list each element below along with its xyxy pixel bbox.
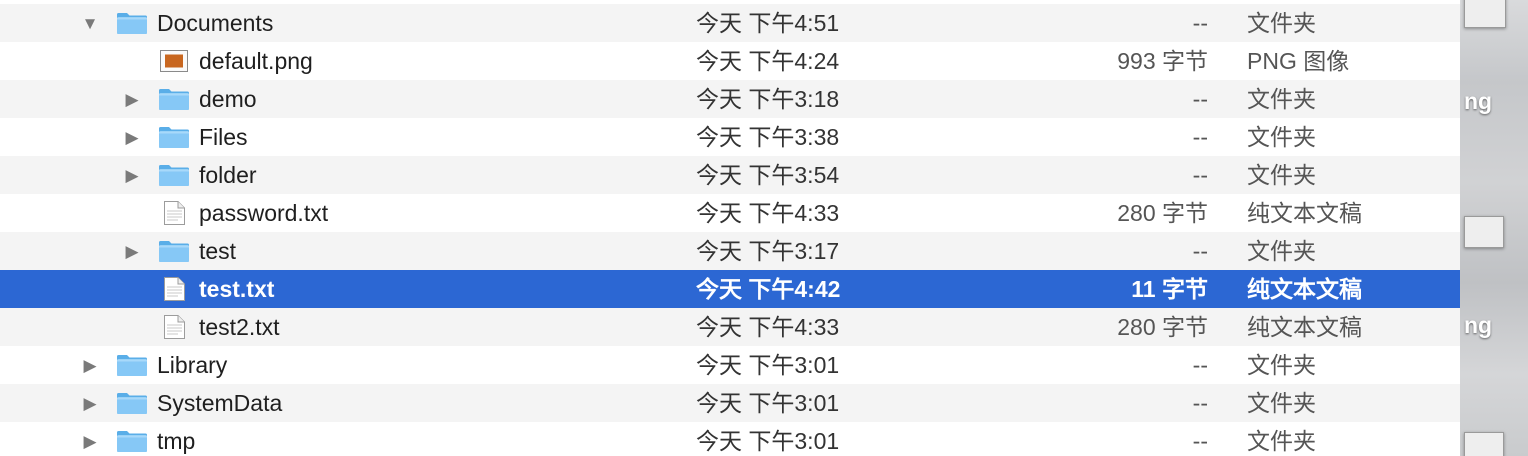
desktop-window-thumbnail bbox=[1464, 432, 1504, 456]
file-size: 993 字节 bbox=[1117, 48, 1208, 74]
file-name: default.png bbox=[199, 48, 313, 74]
date-modified: 今天 下午4:42 bbox=[696, 276, 841, 302]
file-row[interactable]: default.png 今天 下午4:24 993 字节 PNG 图像 bbox=[0, 42, 1460, 80]
file-row[interactable]: ▶ test 今天 下午3:17 -- 文件夹 bbox=[0, 232, 1460, 270]
file-row[interactable]: test.txt 今天 下午4:42 11 字节 纯文本文稿 bbox=[0, 270, 1460, 308]
file-size: -- bbox=[1192, 390, 1208, 416]
disclosure-collapsed-icon[interactable]: ▶ bbox=[122, 165, 142, 185]
text-file-icon bbox=[158, 315, 190, 339]
file-kind: 文件夹 bbox=[1247, 352, 1316, 378]
file-list[interactable]: ▼ Documents 今天 下午4:51 -- 文件夹 default.png 今天 下午… bbox=[0, 4, 1460, 456]
file-name: Library bbox=[157, 352, 228, 378]
file-row[interactable]: ▶ Library 今天 下午3:01 -- 文件夹 bbox=[0, 346, 1460, 384]
disclosure-collapsed-icon[interactable]: ▶ bbox=[80, 393, 100, 413]
finder-window: ▼ Documents 今天 下午4:51 -- 文件夹 default.png 今天 下午… bbox=[0, 0, 1528, 456]
file-kind: 文件夹 bbox=[1247, 428, 1316, 454]
disclosure-collapsed-icon[interactable]: ▶ bbox=[122, 127, 142, 147]
date-modified: 今天 下午3:17 bbox=[696, 238, 840, 264]
file-row[interactable]: test2.txt 今天 下午4:33 280 字节 纯文本文稿 bbox=[0, 308, 1460, 346]
file-size: -- bbox=[1192, 124, 1208, 150]
folder-icon bbox=[158, 239, 190, 263]
file-name: test2.txt bbox=[199, 314, 280, 340]
file-size: 11 字节 bbox=[1131, 276, 1208, 302]
file-row[interactable]: ▶ folder 今天 下午3:54 -- 文件夹 bbox=[0, 156, 1460, 194]
disclosure-collapsed-icon[interactable]: ▶ bbox=[122, 241, 142, 261]
file-kind: 文件夹 bbox=[1247, 162, 1316, 188]
file-row[interactable]: ▶ demo 今天 下午3:18 -- 文件夹 bbox=[0, 80, 1460, 118]
desktop-label-fragment: ng bbox=[1464, 88, 1493, 114]
file-row[interactable]: ▶ tmp 今天 下午3:01 -- 文件夹 bbox=[0, 422, 1460, 456]
folder-icon bbox=[116, 429, 148, 453]
file-row[interactable]: ▶ SystemData 今天 下午3:01 -- 文件夹 bbox=[0, 384, 1460, 422]
folder-icon bbox=[158, 163, 190, 187]
file-size: -- bbox=[1192, 238, 1208, 264]
desktop-background: ng ng bbox=[1460, 0, 1528, 456]
file-name: Files bbox=[199, 124, 248, 150]
file-size: -- bbox=[1192, 428, 1208, 454]
file-name: tmp bbox=[157, 428, 196, 454]
file-row[interactable]: ▶ Files 今天 下午3:38 -- 文件夹 bbox=[0, 118, 1460, 156]
file-size: -- bbox=[1192, 86, 1208, 112]
date-modified: 今天 下午3:01 bbox=[696, 390, 840, 416]
file-name: folder bbox=[199, 162, 257, 188]
desktop-window-thumbnail bbox=[1464, 216, 1504, 248]
date-modified: 今天 下午3:18 bbox=[696, 86, 840, 112]
file-kind: 文件夹 bbox=[1247, 390, 1316, 416]
file-row[interactable]: password.txt 今天 下午4:33 280 字节 纯文本文稿 bbox=[0, 194, 1460, 232]
folder-icon bbox=[158, 125, 190, 149]
date-modified: 今天 下午3:01 bbox=[696, 428, 840, 454]
date-modified: 今天 下午3:01 bbox=[696, 352, 840, 378]
file-size: 280 字节 bbox=[1117, 314, 1208, 340]
file-kind: 文件夹 bbox=[1247, 10, 1316, 36]
file-kind: PNG 图像 bbox=[1247, 48, 1350, 74]
file-kind: 文件夹 bbox=[1247, 124, 1316, 150]
file-name: password.txt bbox=[199, 200, 329, 226]
folder-icon bbox=[116, 353, 148, 377]
image-file-icon bbox=[158, 49, 190, 73]
file-size: -- bbox=[1192, 352, 1208, 378]
disclosure-expanded-icon[interactable]: ▼ bbox=[80, 13, 100, 33]
desktop-label-fragment: ng bbox=[1464, 312, 1493, 338]
date-modified: 今天 下午4:51 bbox=[696, 10, 840, 36]
date-modified: 今天 下午3:54 bbox=[696, 162, 840, 188]
disclosure-collapsed-icon[interactable]: ▶ bbox=[122, 89, 142, 109]
file-kind: 文件夹 bbox=[1247, 238, 1316, 264]
file-name: demo bbox=[199, 86, 257, 112]
text-file-icon bbox=[158, 277, 190, 301]
file-name: Documents bbox=[157, 10, 274, 36]
desktop-window-thumbnail bbox=[1464, 0, 1506, 28]
text-file-icon bbox=[158, 201, 190, 225]
disclosure-collapsed-icon[interactable]: ▶ bbox=[80, 355, 100, 375]
date-modified: 今天 下午4:24 bbox=[696, 48, 840, 74]
file-row[interactable]: ▼ Documents 今天 下午4:51 -- 文件夹 bbox=[0, 4, 1460, 42]
folder-icon bbox=[158, 87, 190, 111]
file-size: -- bbox=[1192, 162, 1208, 188]
date-modified: 今天 下午4:33 bbox=[696, 314, 840, 340]
file-name: test.txt bbox=[199, 276, 275, 302]
folder-icon bbox=[116, 391, 148, 415]
file-kind: 纯文本文稿 bbox=[1247, 200, 1362, 226]
file-size: 280 字节 bbox=[1117, 200, 1208, 226]
folder-icon bbox=[116, 11, 148, 35]
date-modified: 今天 下午3:38 bbox=[696, 124, 840, 150]
file-size: -- bbox=[1192, 10, 1208, 36]
file-kind: 纯文本文稿 bbox=[1247, 276, 1362, 302]
file-kind: 纯文本文稿 bbox=[1247, 314, 1362, 340]
file-kind: 文件夹 bbox=[1247, 86, 1316, 112]
file-name: SystemData bbox=[157, 390, 283, 416]
file-name: test bbox=[199, 238, 237, 264]
disclosure-collapsed-icon[interactable]: ▶ bbox=[80, 431, 100, 451]
date-modified: 今天 下午4:33 bbox=[696, 200, 840, 226]
